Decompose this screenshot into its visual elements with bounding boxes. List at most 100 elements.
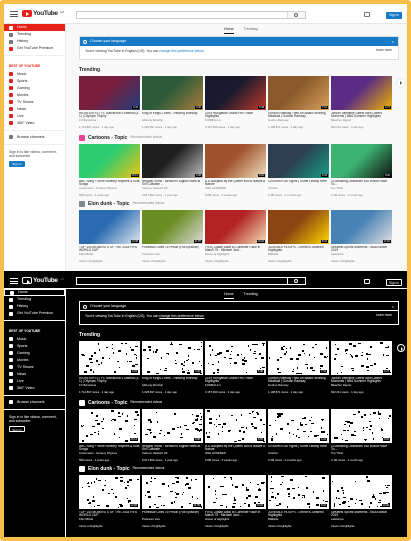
- sidebar-item-live[interactable]: Live: [4, 378, 65, 385]
- sidebar-item-trending[interactable]: Trending: [4, 296, 65, 303]
- sidebar-item-history[interactable]: History: [4, 303, 65, 310]
- video-card[interactable]: 10:20 FIFA | Zlatan Adds to Confeder Race…: [205, 475, 266, 532]
- video-channel[interactable]: FORMULA 1: [205, 384, 266, 391]
- youtube-logo[interactable]: YouTube GB: [22, 277, 64, 285]
- video-title[interactable]: 2019 Hungarian Grand Prix: Race Highligh…: [205, 377, 266, 385]
- video-thumbnail[interactable]: 12:08: [79, 210, 140, 244]
- video-card[interactable]: 3:46 King of Kings 2 Brits - Hillsong Wor…: [142, 76, 203, 133]
- sidebar-item-history[interactable]: History: [4, 38, 65, 45]
- video-thumbnail[interactable]: 4:08: [142, 144, 203, 178]
- video-thumbnail[interactable]: 11:55: [142, 475, 203, 509]
- sidebar-item-browse-channels[interactable]: Browse channels: [4, 399, 65, 406]
- video-title[interactable]: King of Kings 2 Brits - Hillsong Worship: [142, 112, 203, 120]
- youtube-logo[interactable]: YouTube GB: [22, 10, 64, 18]
- video-channel[interactable]: Cartoon Network UK: [142, 452, 203, 459]
- video-card[interactable]: 4:44 HIGHLIGHTS | FC Barcelona v Arsenal …: [79, 76, 140, 133]
- video-thumbnail[interactable]: 3:46: [142, 341, 203, 375]
- video-title[interactable]: 2019 Hungarian Grand Prix: Race Highligh…: [205, 112, 266, 120]
- video-thumbnail[interactable]: 9:30: [331, 144, 392, 178]
- sidebar-sign-in-button[interactable]: Sign in: [9, 160, 25, 167]
- video-channel[interactable]: House of Highlights: [205, 253, 266, 260]
- video-channel[interactable]: Bleacher Report: [331, 119, 392, 126]
- sign-in-button[interactable]: Sign in: [386, 12, 402, 19]
- video-title[interactable]: Regular Show - Benson's Digital Holes at…: [142, 180, 203, 188]
- video-title[interactable]: 10 Amazing Obstacles You Would Have To..…: [331, 445, 392, 453]
- menu-icon[interactable]: [10, 11, 18, 17]
- sidebar-item-sports[interactable]: Sports: [4, 343, 65, 350]
- channel-avatar[interactable]: [79, 201, 85, 207]
- video-thumbnail[interactable]: 6:44: [268, 144, 329, 178]
- video-card[interactable]: 3:46 King of Kings 2 Brits - Hillsong Wor…: [142, 341, 203, 398]
- search-button[interactable]: [287, 278, 305, 284]
- video-title[interactable]: FIFA | Zlatan Adds to Confeder Race in M…: [205, 246, 266, 254]
- tab-home[interactable]: Home: [224, 27, 234, 35]
- learn-more-link[interactable]: Learn more: [376, 313, 392, 318]
- sidebar-item-gaming[interactable]: Gaming: [4, 350, 65, 357]
- video-title[interactable]: Greatest Sports Moments - NBA Edition 20…: [331, 246, 392, 254]
- video-title[interactable]: JUVENILE HOOPS - Lebron's Jahseed Highli…: [268, 511, 329, 519]
- video-title[interactable]: CRASHER All Fights | Some Deadly Here: [268, 445, 329, 453]
- shelf-name[interactable]: Trending: [79, 332, 100, 338]
- video-thumbnail[interactable]: 5:48: [205, 341, 266, 375]
- video-thumbnail[interactable]: 14:02: [331, 210, 392, 244]
- sidebar-item-movies[interactable]: Movies: [4, 357, 65, 364]
- video-title[interactable]: HIGHLIGHTS | FC Barcelona v Arsenal (3-1…: [79, 377, 140, 385]
- sidebar-item-gaming[interactable]: Gaming: [4, 85, 65, 92]
- video-card[interactable]: 6:44 CRASHER All Fights | Some Deadly Her…: [268, 409, 329, 466]
- video-channel[interactable]: Hillsong Worship: [142, 384, 203, 391]
- video-title[interactable]: Jordan Valentine Latest New Lakers Momen…: [331, 377, 392, 385]
- sidebar-sign-in-button[interactable]: Sign in: [9, 425, 25, 432]
- sidebar-item-tv-shows[interactable]: TV Shows: [4, 364, 65, 371]
- video-thumbnail[interactable]: 14:02: [331, 475, 392, 509]
- video-card[interactable]: 5:48 2019 Hungarian Grand Prix: Race High…: [205, 76, 266, 133]
- video-thumbnail[interactable]: 9:30: [331, 409, 392, 443]
- video-card[interactable]: 4:44 HIGHLIGHTS | FC Barcelona v Arsenal …: [79, 341, 140, 398]
- video-thumbnail[interactable]: 25:13: [79, 409, 140, 443]
- close-icon[interactable]: ×: [392, 302, 394, 311]
- video-card[interactable]: 14:02 Greatest Sports Moments - NBA Editi…: [331, 210, 392, 267]
- video-title[interactable]: HIGHLIGHTS | FC Barcelona v Arsenal (3-1…: [79, 112, 140, 120]
- video-thumbnail[interactable]: 10:20: [205, 475, 266, 509]
- video-title[interactable]: TOP 100 MOMENTS OF THE 2018 FIFA WORLD C…: [79, 511, 140, 519]
- sidebar-item-browse-channels[interactable]: Browse channels: [4, 134, 65, 141]
- video-title[interactable]: Gordon Ramsay Tries An Award Winning Mea…: [268, 377, 329, 385]
- tab-trending[interactable]: Trending: [244, 27, 258, 34]
- video-channel[interactable]: Bleacher Report: [331, 384, 392, 391]
- video-title[interactable]: Professor Goes To Prison (Full Episode): [142, 246, 203, 254]
- shelf-name[interactable]: Elon dunk - Topic: [88, 466, 130, 472]
- video-card[interactable]: 8:02 A.D Adopted by the Queen But Is Natu…: [205, 409, 266, 466]
- video-title[interactable]: 10 Amazing Obstacles You Would Have To..…: [331, 180, 392, 188]
- video-card[interactable]: 11:55 Professor Goes To Prison (Full Epis…: [142, 210, 203, 267]
- sidebar-item-music[interactable]: Music: [4, 336, 65, 343]
- video-title[interactable]: FIFA | Zlatan Adds to Confeder Race in M…: [205, 511, 266, 519]
- video-channel[interactable]: Crasher: [268, 452, 329, 459]
- video-channel[interactable]: Cartoon Network UK: [142, 187, 203, 194]
- video-card[interactable]: 14:02 Greatest Sports Moments - NBA Editi…: [331, 475, 392, 532]
- sign-in-button[interactable]: Sign in: [386, 279, 402, 286]
- video-title[interactable]: A.D Adopted by the Queen But Is Nature A…: [205, 445, 266, 453]
- sidebar-item-music[interactable]: Music: [4, 71, 65, 78]
- video-title[interactable]: JUVENILE HOOPS - Lebron's Jahseed Highli…: [268, 246, 329, 254]
- search-input[interactable]: [77, 278, 287, 284]
- video-channel[interactable]: Gordon Ramsay: [268, 384, 329, 391]
- video-thumbnail[interactable]: 12:08: [79, 475, 140, 509]
- next-arrow-icon[interactable]: [397, 344, 405, 352]
- video-card[interactable]: 25:13 ABC Song + More Nursery Rhymes & Ki…: [79, 144, 140, 201]
- sidebar-item-trending[interactable]: Trending: [4, 31, 65, 38]
- video-thumbnail[interactable]: 8:02: [205, 144, 266, 178]
- video-channel[interactable]: Lakeshow: [331, 253, 392, 260]
- video-channel[interactable]: Fifa Official: [79, 518, 140, 525]
- video-thumbnail[interactable]: 10:20: [205, 210, 266, 244]
- video-card[interactable]: 8:44 JUVENILE HOOPS - Lebron's Jahseed Hi…: [268, 475, 329, 532]
- video-title[interactable]: CRASHER All Fights | Some Deadly Here: [268, 180, 329, 188]
- video-channel[interactable]: FC Barcelona: [79, 384, 140, 391]
- video-thumbnail[interactable]: 25:13: [79, 144, 140, 178]
- sidebar-item-live[interactable]: Live: [4, 113, 65, 120]
- video-channel[interactable]: FORMULA 1: [205, 119, 266, 126]
- sidebar-item-tv-shows[interactable]: TV Shows: [4, 99, 65, 106]
- video-thumbnail[interactable]: 7:31: [268, 341, 329, 375]
- sidebar-item-sports[interactable]: Sports: [4, 78, 65, 85]
- search-input[interactable]: [77, 12, 287, 18]
- menu-icon[interactable]: [10, 278, 18, 284]
- channel-avatar[interactable]: [79, 135, 85, 141]
